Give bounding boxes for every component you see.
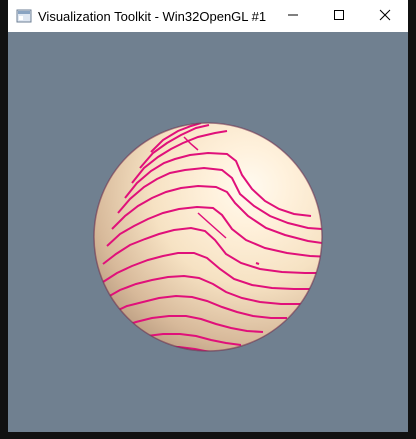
title-bar[interactable]: Visualization Toolkit - Win32OpenGL #1 [8, 0, 408, 32]
window-app-icon [16, 8, 32, 24]
close-button[interactable] [362, 0, 408, 32]
render-viewport[interactable] [8, 32, 408, 432]
scene-canvas [93, 122, 323, 352]
window-title: Visualization Toolkit - Win32OpenGL #1 [38, 8, 267, 24]
maximize-icon [333, 9, 345, 24]
close-icon [379, 9, 391, 24]
maximize-button[interactable] [316, 0, 362, 32]
minimize-icon [287, 9, 299, 24]
app-window: Visualization Toolkit - Win32OpenGL #1 [0, 0, 416, 439]
shaded-sphere [94, 123, 322, 351]
minimize-button[interactable] [270, 0, 316, 32]
